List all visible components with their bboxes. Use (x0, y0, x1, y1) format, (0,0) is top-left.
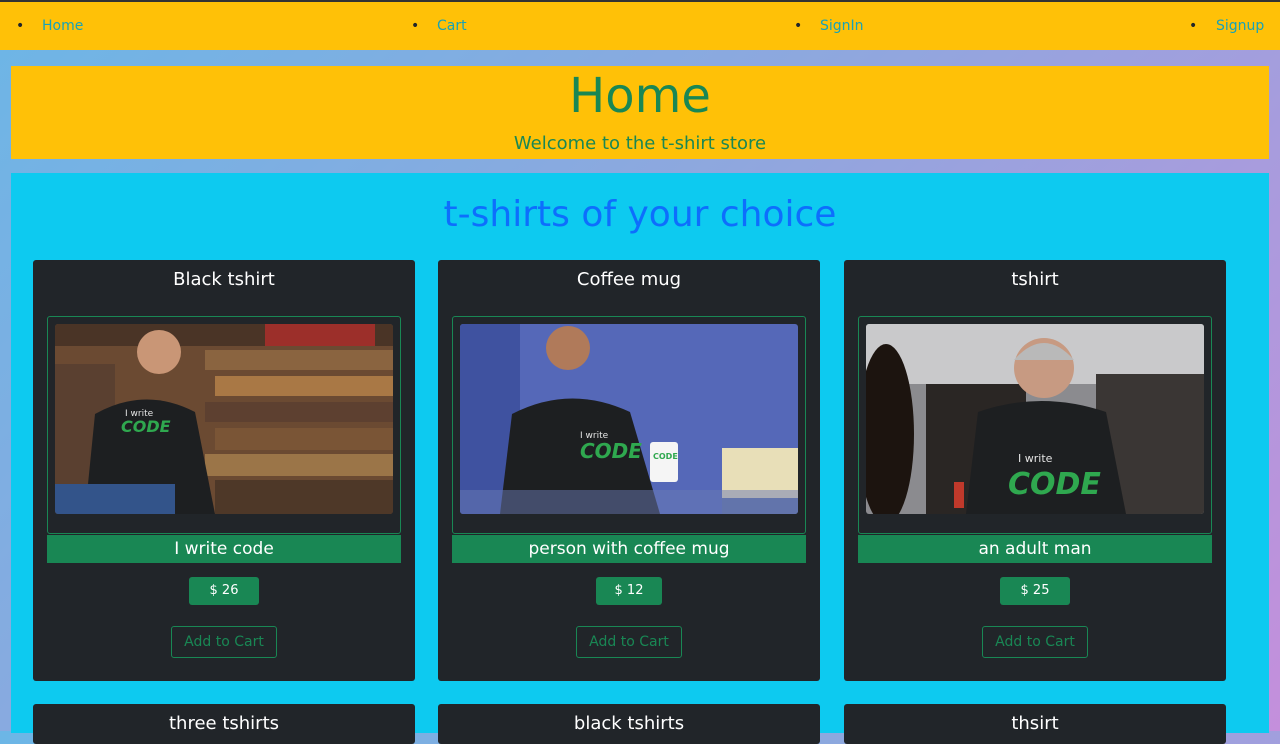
svg-text:CODE: CODE (1008, 467, 1101, 502)
product-description: I write code (47, 535, 401, 563)
top-navbar: • Home • Cart • SignIn • Signup (0, 0, 1280, 50)
product-card: thsirt (844, 704, 1226, 744)
bullet-icon: • (411, 18, 420, 34)
product-card: three tshirts (33, 704, 415, 744)
page-title: Home (569, 68, 711, 124)
product-title: Coffee mug (576, 269, 682, 290)
bullet-icon: • (16, 18, 25, 34)
svg-text:I write: I write (1018, 452, 1053, 465)
nav-item-signup[interactable]: • Signup (1189, 2, 1264, 50)
product-title: thsirt (1011, 713, 1059, 734)
product-image: I write CODE (866, 324, 1204, 514)
svg-text:CODE: CODE (121, 417, 171, 436)
product-title: tshirt (1011, 269, 1059, 290)
hero-banner: Home Welcome to the t-shirt store (11, 66, 1269, 159)
bullet-icon: • (794, 18, 803, 34)
nav-item-cart[interactable]: • Cart (411, 2, 467, 50)
product-card: Coffee mug CODE I write CODE person with… (438, 260, 820, 681)
product-card: black tshirts (438, 704, 820, 744)
price-badge: $ 26 (189, 577, 259, 605)
page-subtitle: Welcome to the t-shirt store (513, 133, 767, 154)
nav-link-signin[interactable]: SignIn (820, 18, 864, 34)
product-description: an adult man (858, 535, 1212, 563)
add-to-cart-button[interactable]: Add to Cart (982, 626, 1088, 658)
svg-text:CODE: CODE (653, 452, 678, 461)
product-description: person with coffee mug (452, 535, 806, 563)
nav-link-signup[interactable]: Signup (1216, 18, 1264, 34)
product-title: three tshirts (168, 713, 280, 734)
product-section: t-shirts of your choice Black tshirt I w… (11, 173, 1269, 744)
product-title: black tshirts (573, 713, 685, 734)
svg-text:CODE: CODE (580, 439, 642, 463)
product-image-frame: I write CODE (858, 316, 1212, 534)
product-image-frame: CODE I write CODE (452, 316, 806, 534)
product-card: tshirt I write CODE an adult man $ 25 Ad… (844, 260, 1226, 681)
nav-item-home[interactable]: • Home (16, 2, 83, 50)
add-to-cart-button[interactable]: Add to Cart (171, 626, 277, 658)
nav-item-signin[interactable]: • SignIn (794, 2, 864, 50)
nav-link-home[interactable]: Home (42, 18, 83, 34)
add-to-cart-button[interactable]: Add to Cart (576, 626, 682, 658)
product-title: Black tshirt (173, 269, 275, 290)
section-heading: t-shirts of your choice (443, 194, 837, 235)
bullet-icon: • (1189, 18, 1198, 34)
product-image: CODE I write CODE (460, 324, 798, 514)
product-image: I write CODE (55, 324, 393, 514)
price-badge: $ 25 (1000, 577, 1070, 605)
product-image-frame: I write CODE (47, 316, 401, 534)
nav-link-cart[interactable]: Cart (437, 18, 467, 34)
product-card: Black tshirt I write CODE I write code $… (33, 260, 415, 681)
price-badge: $ 12 (596, 577, 662, 605)
